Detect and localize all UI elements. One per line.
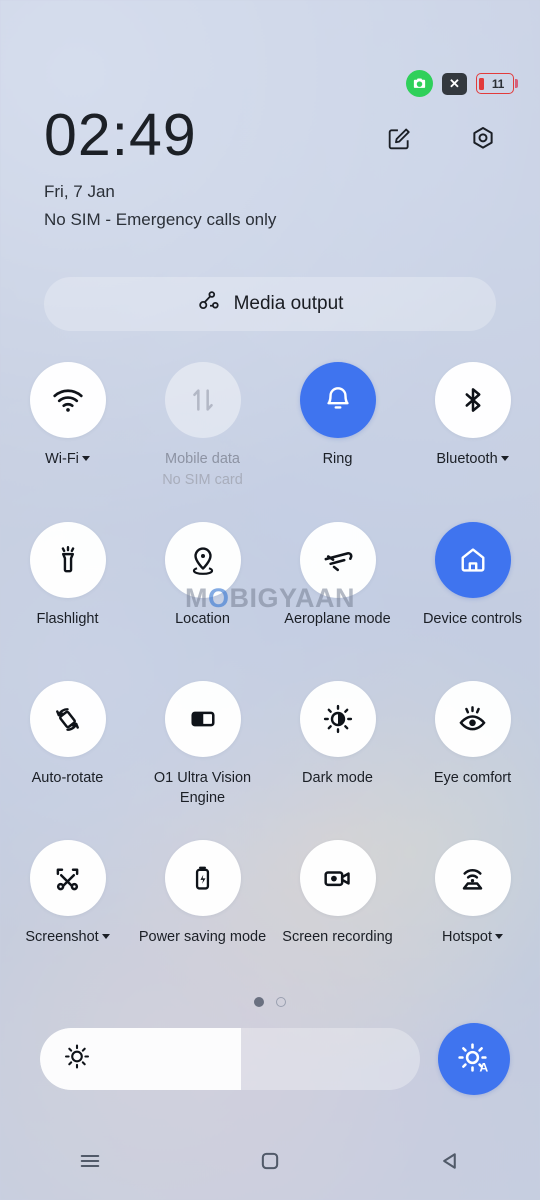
auto-brightness-button[interactable]: A: [438, 1023, 510, 1095]
tile-mobile-data[interactable]: Mobile data No SIM card: [135, 362, 270, 522]
home-button[interactable]: [180, 1126, 360, 1200]
page-dot[interactable]: [276, 997, 286, 1007]
tile-flashlight[interactable]: Flashlight: [0, 522, 135, 681]
header-actions: [382, 122, 500, 156]
tile-label: Wi-Fi: [45, 450, 90, 470]
clock-time: 02:49: [44, 102, 197, 168]
tile-label: O1 Ultra Vision Engine: [153, 770, 252, 806]
bluetooth-icon: [434, 362, 511, 438]
tile-device-controls[interactable]: Device controls: [405, 522, 540, 681]
chevron-down-icon[interactable]: [500, 456, 509, 461]
location-pin-icon: [164, 522, 241, 598]
media-output-label: Media output: [233, 293, 344, 314]
sun-brightness-icon: [63, 1043, 91, 1076]
tile-label: Flashlight: [36, 611, 99, 627]
battery-status-icon: 11: [476, 73, 518, 94]
tile-ring[interactable]: Ring: [270, 362, 405, 522]
cast-share-icon: [197, 289, 222, 319]
hotspot-icon: [434, 840, 511, 916]
tile-label: Screen recording: [282, 929, 393, 945]
wifi-icon: [29, 362, 106, 438]
tile-label: Aeroplane mode: [284, 611, 391, 627]
screenshot-scissors-icon: [29, 840, 106, 916]
tile-eye-comfort[interactable]: Eye comfort: [405, 681, 540, 840]
auto-letter: A: [479, 1061, 488, 1075]
tile-label: Location: [175, 611, 230, 627]
brightness-row: A: [40, 1023, 510, 1095]
clock-block: 02:49 Fri, 7 Jan No SIM - Emergency call…: [44, 106, 276, 230]
back-button[interactable]: [360, 1126, 540, 1200]
tile-bluetooth[interactable]: Bluetooth: [405, 362, 540, 522]
flashlight-icon: [29, 522, 106, 598]
chevron-down-icon[interactable]: [81, 456, 90, 461]
recents-menu-icon: [77, 1148, 103, 1179]
tile-auto-rotate[interactable]: Auto-rotate: [0, 681, 135, 840]
clock-date: Fri, 7 Jan: [44, 182, 115, 201]
tile-label: Mobile data: [165, 451, 240, 467]
chevron-down-icon[interactable]: [101, 934, 110, 939]
tile-location[interactable]: Location: [135, 522, 270, 681]
mobile-data-arrows-icon: [164, 362, 241, 438]
video-camera-icon: [299, 840, 376, 916]
tile-label: Eye comfort: [433, 770, 512, 786]
tile-sublabel: No SIM card: [162, 471, 243, 488]
battery-bolt-icon: [164, 840, 241, 916]
page-indicator: [0, 997, 540, 1007]
quick-settings-grid: Wi-Fi Mobile data No SIM card Ring Bluet…: [0, 362, 540, 999]
tile-label: Device controls: [422, 611, 523, 627]
tile-row: Wi-Fi Mobile data No SIM card Ring Bluet…: [0, 362, 540, 522]
tile-label: Auto-rotate: [31, 770, 104, 786]
navigation-bar: [0, 1126, 540, 1200]
tile-power-saving-mode[interactable]: Power saving mode: [135, 840, 270, 999]
auto-rotate-icon: [29, 681, 106, 757]
tile-screenshot[interactable]: Screenshot: [0, 840, 135, 999]
chevron-down-icon[interactable]: [494, 934, 503, 939]
tile-label: Dark mode: [302, 770, 373, 786]
page-dot-active[interactable]: [254, 997, 264, 1007]
edit-button[interactable]: [382, 122, 416, 156]
tile-aeroplane-mode[interactable]: Aeroplane mode: [270, 522, 405, 681]
back-triangle-icon: [437, 1148, 463, 1179]
tile-row: Flashlight Location Aeroplane mode Devic…: [0, 522, 540, 681]
tile-screen-recording[interactable]: Screen recording: [270, 840, 405, 999]
bell-icon: [299, 362, 376, 438]
battery-percent-label: 11: [491, 76, 505, 91]
media-output-button[interactable]: Media output: [44, 277, 496, 331]
carrier-status: No SIM - Emergency calls only: [44, 210, 277, 229]
tile-dark-mode[interactable]: Dark mode: [270, 681, 405, 840]
brightness-slider[interactable]: [40, 1028, 420, 1090]
tile-label: Bluetooth: [436, 450, 509, 470]
tile-vision-engine[interactable]: O1 Ultra Vision Engine: [135, 681, 270, 840]
home-square-icon: [257, 1148, 283, 1179]
tile-label: Ring: [322, 451, 353, 467]
airplane-icon: [299, 522, 376, 598]
screenshot-indicator-icon: [406, 70, 433, 97]
vision-engine-icon: [164, 681, 241, 757]
tile-row: Auto-rotate O1 Ultra Vision Engine Dark …: [0, 681, 540, 840]
tile-label: Hotspot: [442, 928, 503, 948]
status-bar: ✕ 11: [406, 70, 518, 97]
close-badge-icon: ✕: [442, 72, 467, 95]
tile-row: Screenshot Power saving mode Screen reco…: [0, 840, 540, 999]
tile-wifi[interactable]: Wi-Fi: [0, 362, 135, 522]
home-icon: [434, 522, 511, 598]
tile-hotspot[interactable]: Hotspot: [405, 840, 540, 999]
eye-comfort-icon: [434, 681, 511, 757]
settings-button[interactable]: [466, 122, 500, 156]
tile-label: Power saving mode: [138, 929, 267, 945]
tile-label: Screenshot: [25, 928, 110, 948]
dark-mode-icon: [299, 681, 376, 757]
recents-button[interactable]: [0, 1126, 180, 1200]
